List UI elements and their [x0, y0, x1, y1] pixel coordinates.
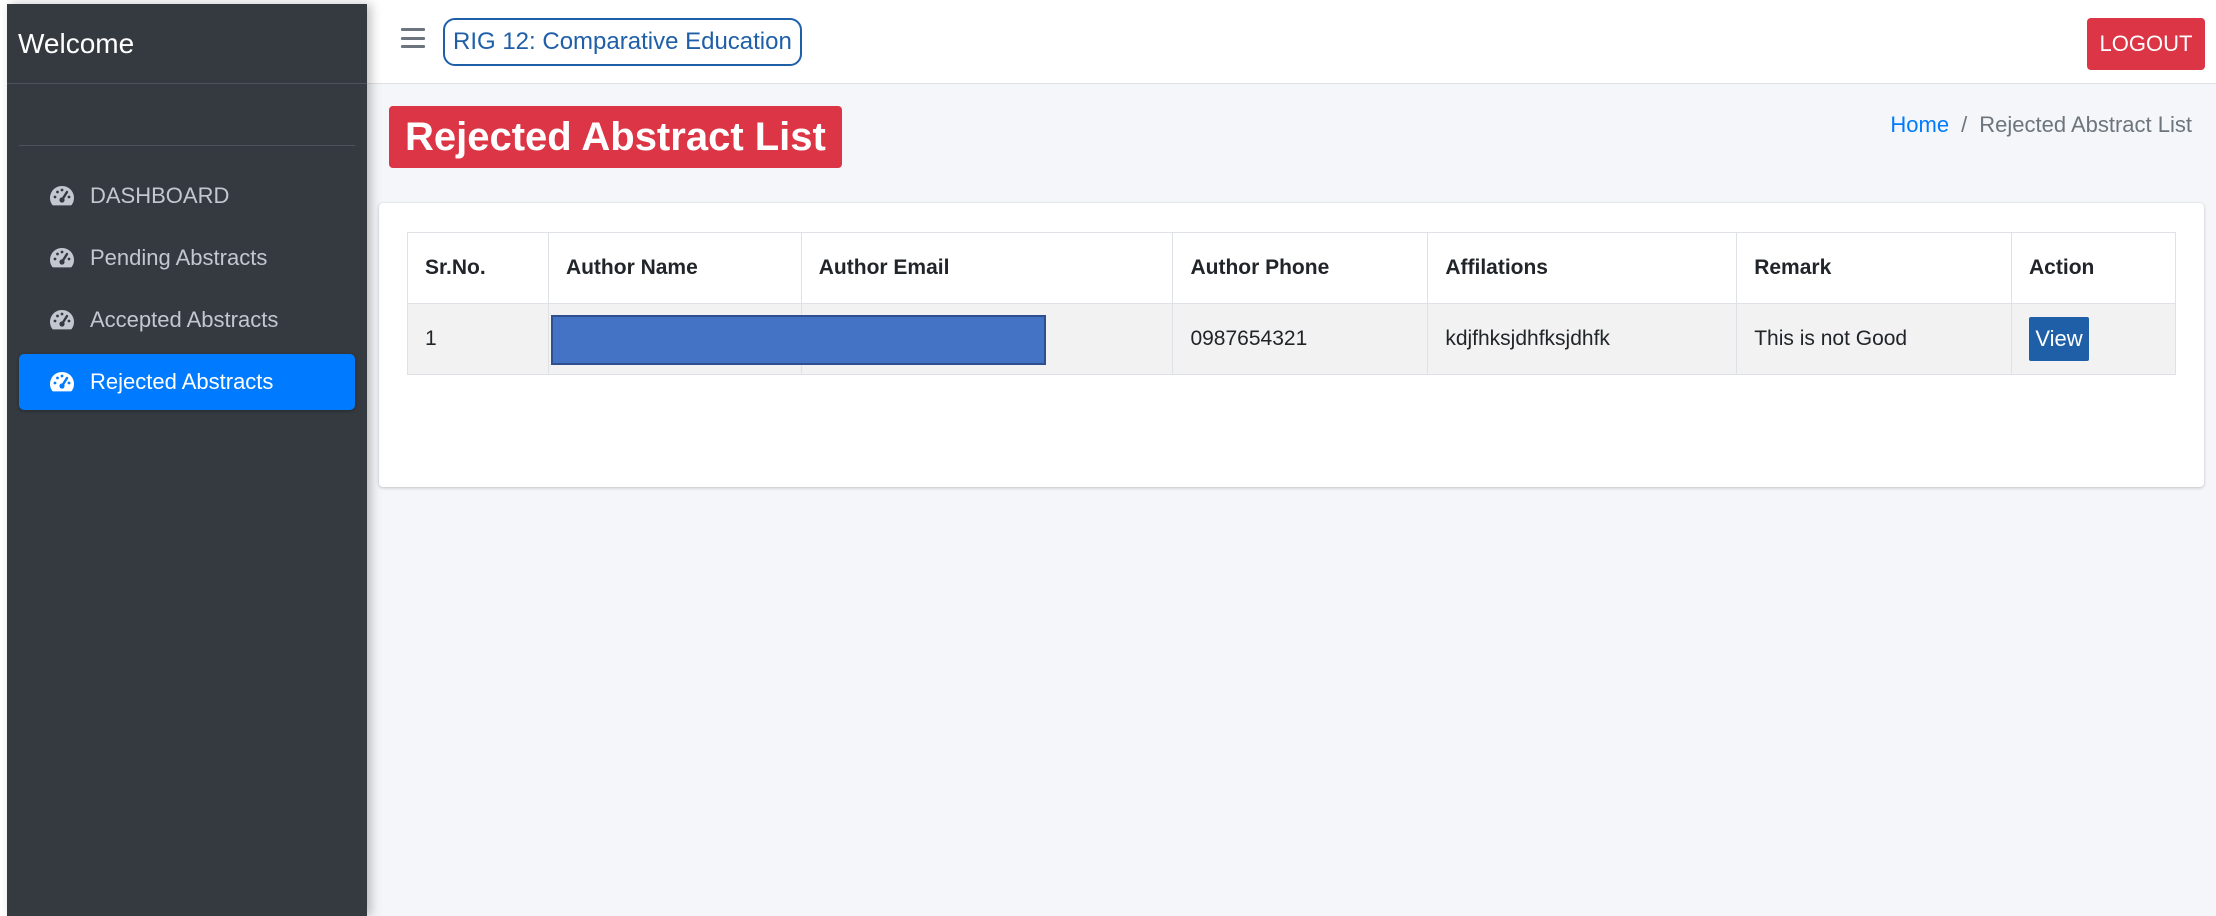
breadcrumb-current: Rejected Abstract List	[1979, 112, 2192, 137]
table-row: 1 0987654321 kdjfhksjdhfksjdhfk This is …	[407, 303, 2176, 375]
breadcrumb: Home / Rejected Abstract List	[1890, 112, 2192, 138]
page-title: Rejected Abstract List	[389, 106, 842, 168]
cell-sr-no: 1	[407, 303, 549, 375]
sidebar-item-accepted-abstracts[interactable]: Accepted Abstracts	[19, 292, 355, 348]
user-panel	[19, 84, 355, 146]
sidebar-item-label: DASHBOARD	[90, 183, 230, 208]
sidebar-item-dashboard[interactable]: DASHBOARD	[19, 168, 355, 224]
tachometer-icon	[48, 184, 76, 208]
view-button[interactable]: View	[2029, 317, 2090, 361]
breadcrumb-home-link[interactable]: Home	[1890, 112, 1949, 138]
sidebar-item-label: Rejected Abstracts	[90, 369, 274, 394]
cell-author-name	[547, 303, 1046, 375]
sidebar-item-pending-abstracts[interactable]: Pending Abstracts	[19, 230, 355, 286]
tachometer-icon	[48, 370, 76, 394]
course-badge[interactable]: RIG 12: Comparative Education	[443, 18, 802, 66]
abstract-list-card: Sr.No. Author Name Author Email Author P…	[379, 203, 2204, 487]
cell-author-phone: 0987654321	[1172, 303, 1429, 375]
sidebar-item-label: Accepted Abstracts	[90, 307, 279, 332]
sidebar: Welcome DASHBOARD Pending Abstracts Acce…	[7, 4, 367, 916]
header-author-phone: Author Phone	[1172, 232, 1429, 304]
cell-affiliation: kdjfhksjdhfksjdhfk	[1427, 303, 1738, 375]
hamburger-icon[interactable]	[401, 28, 425, 48]
redaction-box	[550, 315, 1046, 365]
sidebar-nav: DASHBOARD Pending Abstracts Accepted Abs…	[7, 146, 367, 410]
sidebar-item-label: Pending Abstracts	[90, 245, 268, 270]
cell-action: View	[2011, 303, 2176, 375]
top-navbar: RIG 12: Comparative Education LOGOUT	[367, 0, 2216, 84]
breadcrumb-separator: /	[1961, 112, 1968, 137]
tachometer-icon	[48, 246, 76, 270]
header-remark: Remark	[1736, 232, 2013, 304]
header-sr-no: Sr.No.	[407, 232, 549, 304]
header-author-name: Author Name	[547, 232, 802, 304]
header-author-email: Author Email	[800, 232, 1174, 304]
rejected-abstract-table: Sr.No. Author Name Author Email Author P…	[407, 232, 2176, 375]
header-affiliations: Affilations	[1427, 232, 1738, 304]
brand-text: Welcome	[7, 4, 367, 84]
cell-remark: This is not Good	[1736, 303, 2013, 375]
table-header-row: Sr.No. Author Name Author Email Author P…	[407, 232, 2176, 304]
tachometer-icon	[48, 308, 76, 332]
header-action: Action	[2011, 232, 2176, 304]
sidebar-item-rejected-abstracts[interactable]: Rejected Abstracts	[19, 354, 355, 410]
window-edge	[0, 0, 7, 916]
logout-button[interactable]: LOGOUT	[2087, 18, 2205, 70]
content-area: Rejected Abstract List Home / Rejected A…	[367, 84, 2216, 916]
